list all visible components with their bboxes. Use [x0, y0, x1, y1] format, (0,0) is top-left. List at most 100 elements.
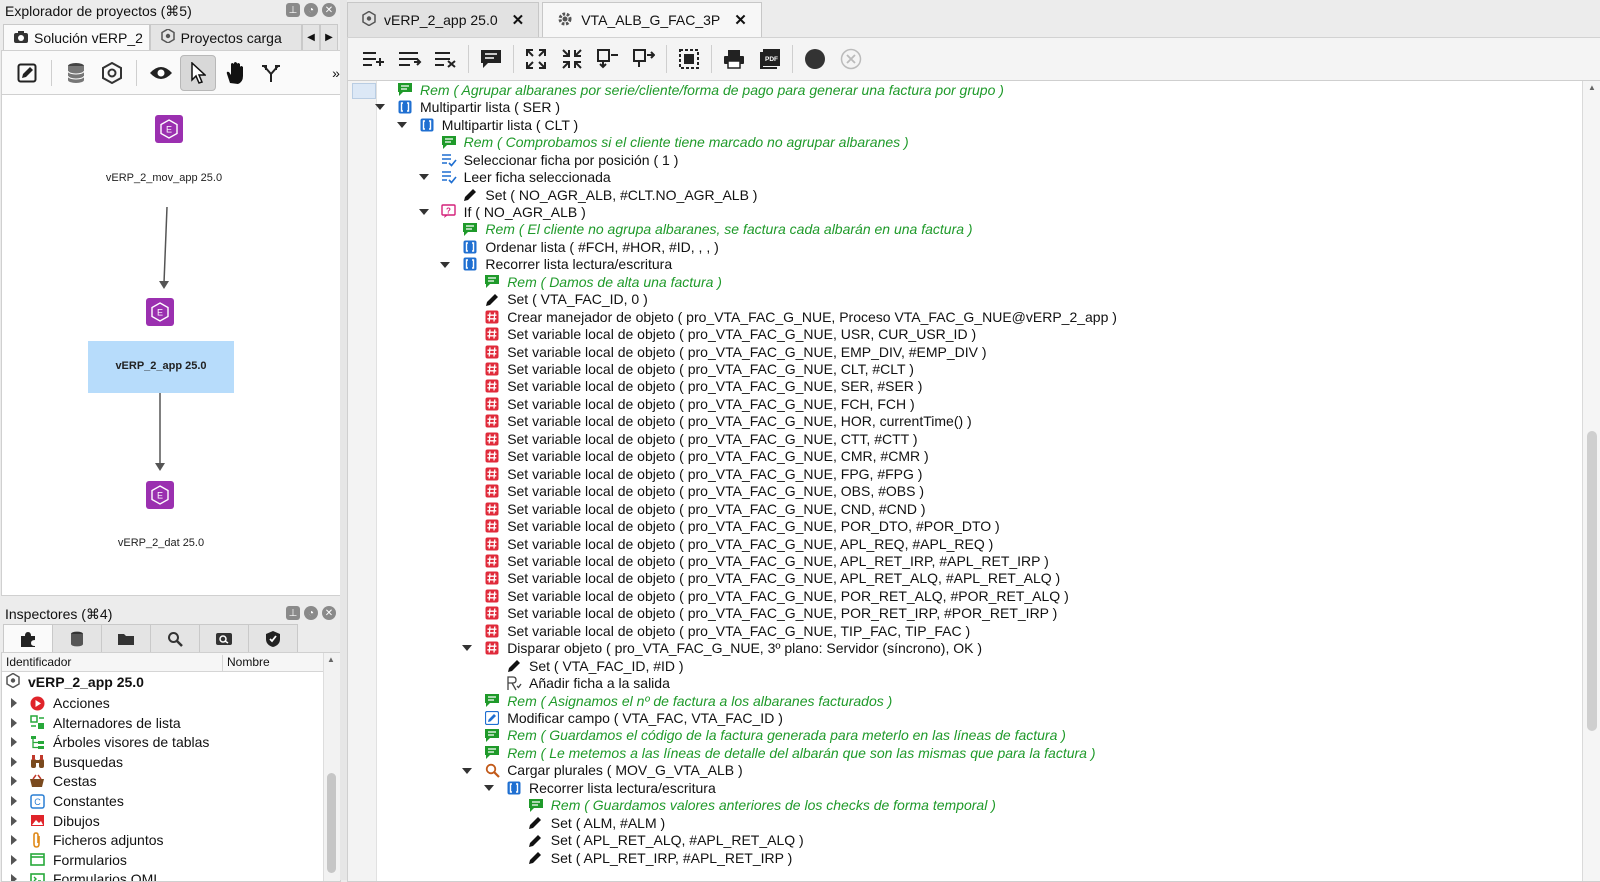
expand-all-icon[interactable] — [518, 41, 554, 77]
code-line[interactable]: Multipartir lista ( CLT ) — [396, 116, 578, 134]
editor-scrollbar[interactable]: ▲ — [1582, 81, 1600, 881]
tree-item[interactable]: Formularios QML — [2, 869, 161, 881]
code-line[interactable]: Rem ( Guardamos el código de la factura … — [484, 727, 1066, 745]
code-line[interactable]: Set variable local de objeto ( pro_VTA_F… — [484, 517, 1000, 535]
eye-icon[interactable] — [144, 56, 178, 90]
collapse-arrow-icon[interactable] — [418, 174, 429, 181]
edit-icon[interactable] — [10, 56, 44, 90]
code-editor[interactable]: Rem ( Agrupar albaranes por serie/client… — [347, 80, 1600, 882]
collapse-arrow-icon[interactable] — [418, 209, 429, 216]
code-line[interactable]: Recorrer lista lectura/escritura — [440, 256, 672, 274]
code-line[interactable]: Set variable local de objeto ( pro_VTA_F… — [484, 482, 924, 500]
code-line[interactable]: Set variable local de objeto ( pro_VTA_F… — [484, 447, 929, 465]
collapse-arrow-icon[interactable] — [484, 785, 494, 791]
expand-arrow-icon[interactable] — [11, 835, 17, 846]
collapse-all-icon[interactable] — [554, 41, 590, 77]
project-node-label[interactable]: vERP_2_app 25.0 — [61, 360, 261, 372]
collapse-arrow-icon[interactable] — [396, 121, 407, 128]
panel-splitter[interactable] — [340, 0, 347, 880]
expand-arrow-icon[interactable] — [11, 874, 17, 881]
expand-arrow-icon[interactable] — [11, 698, 17, 708]
code-line[interactable]: Rem ( Le metemos a las líneas de detalle… — [484, 744, 1096, 762]
code-line[interactable]: Set ( APL_RET_ALQ, #APL_RET_ALQ ) — [528, 831, 804, 849]
code-line[interactable]: Set variable local de objeto ( pro_VTA_F… — [484, 570, 1060, 588]
code-line[interactable]: Modificar campo ( VTA_FAC, VTA_FAC_ID ) — [484, 709, 783, 727]
close-tab-icon[interactable]: ✕ — [512, 11, 525, 29]
code-line[interactable]: Set variable local de objeto ( pro_VTA_F… — [484, 325, 976, 343]
code-line[interactable]: Set variable local de objeto ( pro_VTA_F… — [484, 552, 1049, 570]
expand-arrow-icon[interactable] — [11, 815, 17, 826]
pdf-icon[interactable]: PDF — [752, 41, 788, 77]
move-in-icon[interactable] — [590, 41, 626, 77]
hexagon-gear-icon[interactable] — [95, 56, 129, 90]
tree-item[interactable]: Cestas — [2, 771, 97, 791]
code-line[interactable]: Set variable local de objeto ( pro_VTA_F… — [484, 360, 914, 378]
scroll-up-icon[interactable]: ▲ — [1588, 83, 1596, 92]
code-line[interactable]: Set variable local de objeto ( pro_VTA_F… — [484, 343, 987, 361]
tree-item[interactable]: Busquedas — [2, 752, 123, 772]
folder-icon[interactable] — [101, 624, 150, 653]
add-line-icon[interactable] — [356, 41, 392, 77]
code-line[interactable]: Crear manejador de objeto ( pro_VTA_FAC_… — [484, 308, 1117, 326]
comment-icon[interactable] — [473, 41, 509, 77]
tab-vta-alb-g-fac-3p[interactable]: VTA_ALB_G_FAC_3P ✕ — [542, 2, 762, 37]
project-node-icon[interactable]: E — [146, 298, 174, 326]
stop-icon[interactable] — [833, 41, 869, 77]
project-node-label[interactable]: vERP_2_mov_app 25.0 — [64, 172, 264, 184]
code-line[interactable]: Rem ( Comprobamos si el cliente tiene ma… — [441, 133, 909, 151]
close-tab-icon[interactable]: ✕ — [734, 11, 747, 29]
code-line[interactable]: Set ( VTA_FAC_ID, #ID ) — [506, 657, 684, 675]
code-line[interactable]: Set ( NO_AGR_ALB, #CLT.NO_AGR_ALB ) — [462, 186, 757, 204]
collapse-arrow-icon[interactable] — [462, 645, 473, 652]
code-line[interactable]: Set variable local de objeto ( pro_VTA_F… — [484, 413, 972, 431]
restore-icon[interactable]: ◔ — [304, 3, 318, 17]
code-line[interactable]: Set variable local de objeto ( pro_VTA_F… — [484, 500, 926, 518]
tree-item[interactable]: Dibujos — [2, 811, 100, 831]
hand-icon[interactable] — [218, 56, 252, 90]
collapse-arrow-icon[interactable] — [375, 104, 385, 111]
fork-icon[interactable] — [254, 56, 288, 90]
tab-left-arrow-icon[interactable]: ◀ — [302, 24, 320, 51]
code-line[interactable]: Set ( ALM, #ALM ) — [528, 814, 665, 832]
project-node-icon[interactable]: E — [146, 481, 174, 509]
code-line[interactable]: Seleccionar ficha por posición ( 1 ) — [441, 151, 678, 169]
tab-proyectos[interactable]: Proyectos carga — [149, 24, 302, 50]
expand-arrow-icon[interactable] — [11, 854, 17, 865]
tab-verp2-app[interactable]: vERP_2_app 25.0 ✕ — [347, 2, 540, 37]
code-line[interactable]: Cargar plurales ( MOV_G_VTA_ALB ) — [462, 762, 743, 780]
search-plus-icon[interactable] — [150, 624, 199, 653]
code-line[interactable]: Multipartir lista ( SER ) — [375, 98, 560, 116]
tree-root[interactable]: vERP_2_app 25.0 — [6, 672, 144, 691]
code-line[interactable]: Añadir ficha a la salida — [506, 674, 670, 692]
code-line[interactable]: ? If ( NO_AGR_ALB ) — [418, 203, 586, 221]
code-line[interactable]: Set variable local de objeto ( pro_VTA_F… — [484, 622, 970, 640]
pin-icon[interactable]: ⊥ — [286, 606, 300, 620]
code-line[interactable]: Leer ficha seleccionada — [418, 168, 611, 186]
expand-arrow-icon[interactable] — [11, 717, 17, 728]
close-icon[interactable]: ✕ — [322, 3, 336, 17]
scrollbar-thumb[interactable] — [1587, 431, 1597, 731]
code-line[interactable]: Rem ( El cliente no agrupa albaranes, se… — [462, 221, 973, 239]
code-line[interactable]: Set variable local de objeto ( pro_VTA_F… — [484, 587, 1069, 605]
code-line[interactable]: Set ( APL_RET_IRP, #APL_RET_IRP ) — [528, 849, 792, 867]
scroll-up-icon[interactable]: ▲ — [327, 655, 335, 664]
code-line[interactable]: Rem ( Guardamos valores anteriores de lo… — [528, 796, 996, 814]
pin-icon[interactable]: ⊥ — [286, 3, 300, 17]
tree-item[interactable]: C Constantes — [2, 791, 124, 811]
inspector-scrollbar[interactable]: ▲ — [323, 653, 340, 881]
project-node-label[interactable]: vERP_2_dat 25.0 — [61, 537, 261, 549]
insert-line-icon[interactable] — [392, 41, 428, 77]
code-line[interactable]: Rem ( Asignamos el nº de factura a los a… — [484, 692, 892, 710]
puzzle-icon[interactable] — [3, 624, 52, 653]
code-line[interactable]: Ordenar lista ( #FCH, #HOR, #ID, , , ) — [462, 238, 719, 256]
restore-icon[interactable]: ◔ — [304, 606, 318, 620]
close-icon[interactable]: ✕ — [322, 606, 336, 620]
move-out-icon[interactable] — [626, 41, 662, 77]
expand-arrow-icon[interactable] — [11, 796, 17, 806]
expand-arrow-icon[interactable] — [11, 756, 17, 767]
code-line[interactable]: Set variable local de objeto ( pro_VTA_F… — [484, 430, 918, 448]
record-icon[interactable] — [797, 41, 833, 77]
expand-arrow-icon[interactable] — [11, 776, 17, 787]
tree-item[interactable]: Árboles visores de tablas — [2, 732, 209, 752]
project-node-icon[interactable]: E — [155, 115, 183, 143]
